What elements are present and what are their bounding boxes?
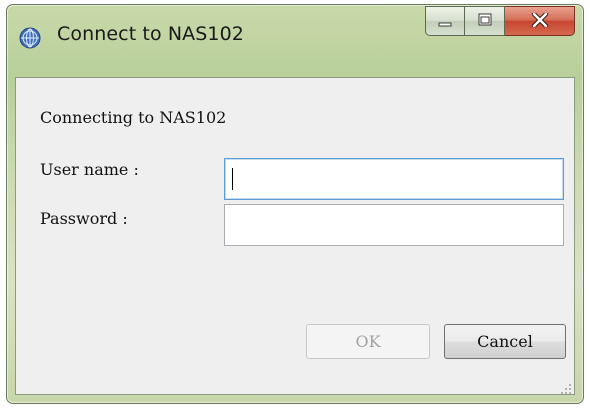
ok-button[interactable]: OK bbox=[306, 324, 430, 359]
close-button[interactable] bbox=[505, 6, 575, 36]
dialog-body: Connecting to NAS102 User name : Passwor… bbox=[15, 77, 575, 395]
minimize-button[interactable] bbox=[425, 6, 465, 36]
close-icon bbox=[531, 11, 549, 31]
password-label: Password : bbox=[40, 209, 128, 228]
maximize-button[interactable] bbox=[465, 6, 505, 36]
dialog-window: Connect to NAS102 Connecting to NAS102 U… bbox=[6, 4, 584, 404]
globe-network-icon bbox=[19, 27, 41, 49]
username-label: User name : bbox=[40, 160, 139, 179]
cancel-button[interactable]: Cancel bbox=[444, 324, 566, 359]
username-input[interactable] bbox=[224, 158, 564, 200]
resize-grip-icon[interactable] bbox=[560, 380, 572, 394]
text-caret bbox=[232, 168, 233, 190]
maximize-icon bbox=[477, 12, 493, 31]
title-bar[interactable]: Connect to NAS102 bbox=[7, 5, 583, 75]
caption-buttons bbox=[425, 6, 575, 36]
connecting-message: Connecting to NAS102 bbox=[40, 108, 227, 127]
window-title: Connect to NAS102 bbox=[57, 23, 244, 45]
password-input[interactable] bbox=[224, 204, 564, 246]
minimize-icon bbox=[437, 12, 453, 31]
